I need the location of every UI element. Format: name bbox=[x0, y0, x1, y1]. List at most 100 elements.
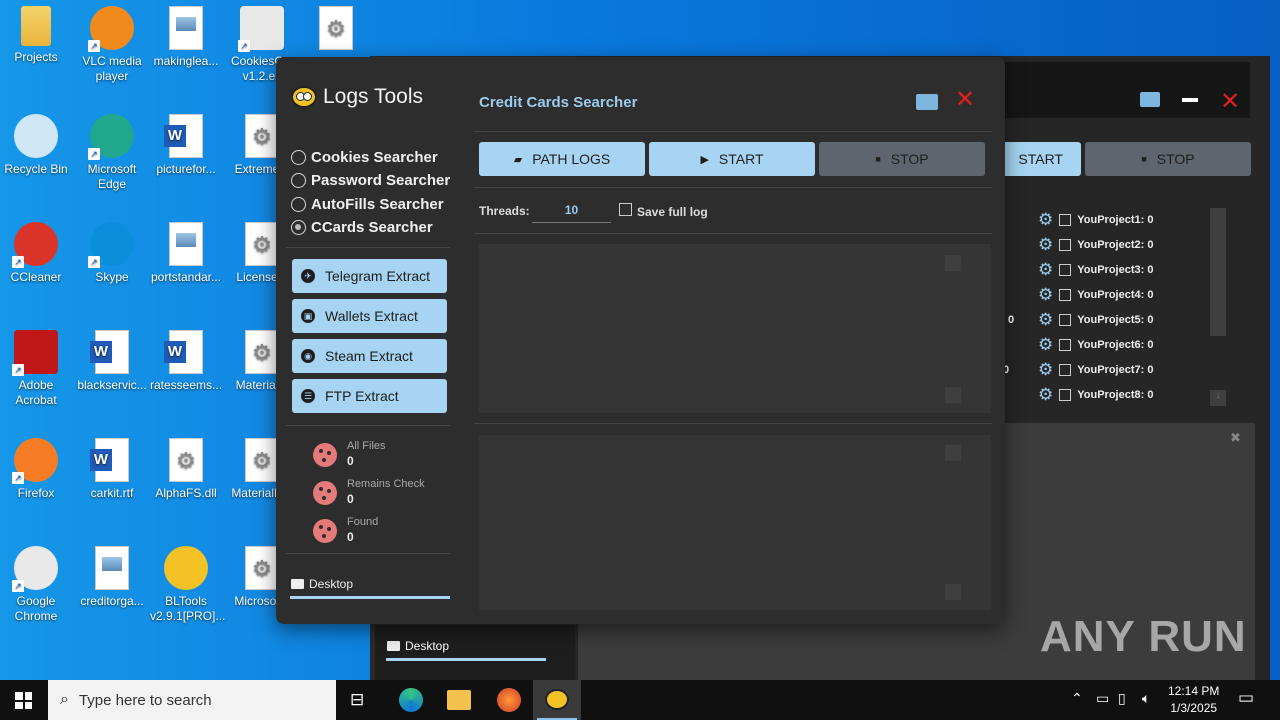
threads-input[interactable]: 10 bbox=[532, 198, 611, 223]
close-icon[interactable]: ✕ bbox=[955, 88, 975, 112]
project-item[interactable]: ⚙ YouProject4: 0 bbox=[1038, 286, 1153, 303]
desktop-icon[interactable]: creditorga... bbox=[76, 546, 148, 609]
project-checkbox[interactable] bbox=[1059, 263, 1072, 276]
desktop-icon[interactable]: Google Chrome bbox=[0, 546, 72, 624]
file-explorer-icon[interactable] bbox=[447, 690, 471, 710]
background-minimize-icon[interactable] bbox=[1182, 98, 1198, 102]
gear-icon[interactable]: ⚙ bbox=[1038, 286, 1053, 303]
scroll-up-icon[interactable] bbox=[945, 445, 961, 461]
project-item[interactable]: ⚙ YouProject1: 0 bbox=[1038, 211, 1153, 228]
desktop-icon[interactable]: BLTools v2.9.1[PRO]... bbox=[150, 546, 225, 624]
scroll-down-icon[interactable]: ↓ bbox=[1210, 390, 1226, 406]
cookie-icon bbox=[313, 519, 337, 543]
gear-icon[interactable]: ⚙ bbox=[1038, 261, 1053, 278]
task-view-icon[interactable]: ⊟ bbox=[350, 688, 374, 712]
project-item[interactable]: ⚙ YouProject3: 0 bbox=[1038, 261, 1153, 278]
network-icon[interactable]: ▭ bbox=[1096, 690, 1109, 707]
project-checkbox[interactable] bbox=[1059, 313, 1072, 326]
extract-button[interactable]: ☰ FTP Extract bbox=[292, 379, 447, 413]
desktop-icon[interactable]: ⚙ AlphaFS.dll bbox=[150, 438, 222, 501]
extract-button[interactable]: ▣ Wallets Extract bbox=[292, 299, 447, 333]
radio-button[interactable] bbox=[291, 219, 306, 235]
chevron-up-icon[interactable]: ⌃ bbox=[1071, 690, 1083, 707]
background-close-icon[interactable]: ✕ bbox=[1220, 87, 1240, 116]
sidebar-divider bbox=[286, 425, 450, 426]
taskbar-search-box[interactable]: ⌕ Type here to search bbox=[48, 680, 336, 720]
save-full-log-checkbox[interactable] bbox=[619, 203, 632, 216]
desktop-icon[interactable]: Microsoft Edge bbox=[76, 114, 148, 192]
volume-icon[interactable]: 🔈︎ bbox=[1142, 690, 1150, 707]
scroll-down-icon[interactable] bbox=[945, 387, 961, 403]
background-stop-button[interactable]: ■ STOP bbox=[1085, 142, 1251, 176]
gear-icon[interactable]: ⚙ bbox=[1038, 311, 1053, 328]
battery-icon[interactable]: ▯ bbox=[1118, 690, 1126, 707]
start-button[interactable]: ▶ START bbox=[649, 142, 815, 176]
desktop-icon[interactable]: VLC media player bbox=[76, 6, 148, 84]
results-textbox[interactable] bbox=[479, 244, 991, 413]
notifications-icon[interactable]: ▭ bbox=[1238, 688, 1254, 708]
desktop-icon[interactable]: CCleaner bbox=[0, 222, 72, 285]
log-textbox[interactable] bbox=[479, 435, 991, 610]
project-item[interactable]: ⚙ YouProject7: 0 bbox=[1038, 361, 1153, 378]
scroll-up-icon[interactable] bbox=[945, 255, 961, 271]
edge-icon bbox=[88, 114, 134, 160]
start-label: START bbox=[718, 151, 764, 167]
desktop-icon[interactable]: Skype bbox=[76, 222, 148, 285]
radio-button[interactable] bbox=[291, 173, 306, 189]
project-checkbox[interactable] bbox=[1059, 213, 1072, 226]
windows-start-icon[interactable] bbox=[15, 692, 32, 709]
desktop-icon[interactable]: ⚙ bbox=[300, 6, 372, 54]
project-checkbox[interactable] bbox=[1059, 338, 1072, 351]
project-checkbox[interactable] bbox=[1059, 388, 1072, 401]
desktop-icon[interactable]: Recycle Bin bbox=[0, 114, 72, 177]
sidebar-divider bbox=[286, 247, 450, 248]
radio-button[interactable] bbox=[291, 196, 306, 212]
scroll-down-icon[interactable] bbox=[945, 584, 961, 600]
gear-icon[interactable]: ⚙ bbox=[1038, 236, 1053, 253]
desktop-icon-label: Google Chrome bbox=[14, 594, 58, 623]
path-logs-button[interactable]: ▰ PATH LOGS bbox=[479, 142, 645, 176]
desktop-icon[interactable]: Wcarkit.rtf bbox=[76, 438, 148, 501]
project-item[interactable]: ⚙ YouProject5: 0 bbox=[1038, 311, 1153, 328]
open-folder-icon[interactable] bbox=[916, 94, 938, 110]
desktop-icon[interactable]: portstandar... bbox=[150, 222, 222, 285]
background-start-button[interactable]: START bbox=[1000, 142, 1081, 176]
project-checkbox[interactable] bbox=[1059, 363, 1072, 376]
extract-button[interactable]: ◉ Steam Extract bbox=[292, 339, 447, 373]
desktop-icon[interactable]: Wpicturefor... bbox=[150, 114, 222, 177]
firefox-taskbar-icon[interactable] bbox=[497, 688, 521, 712]
extract-button[interactable]: ✈ Telegram Extract bbox=[292, 259, 447, 293]
image-file-icon bbox=[169, 222, 203, 266]
results-divider bbox=[474, 423, 992, 424]
background-folder-icon[interactable] bbox=[1140, 92, 1160, 107]
desktop-icon[interactable]: Projects bbox=[0, 6, 72, 65]
folder-path[interactable]: Desktop bbox=[291, 577, 353, 591]
desktop-icon[interactable]: makinglea... bbox=[150, 6, 222, 69]
gear-icon[interactable]: ⚙ bbox=[1038, 361, 1053, 378]
mode-option[interactable]: Cookies Searcher bbox=[291, 149, 438, 166]
mode-option[interactable]: CCards Searcher bbox=[291, 219, 433, 236]
project-item[interactable]: ⚙ YouProject6: 0 bbox=[1038, 336, 1153, 353]
gear-icon[interactable]: ⚙ bbox=[1038, 211, 1053, 228]
panel-title: Credit Cards Searcher bbox=[479, 94, 638, 111]
desktop-icon[interactable]: Adobe Acrobat bbox=[0, 330, 72, 408]
skype-icon bbox=[88, 222, 134, 268]
gear-icon[interactable]: ⚙ bbox=[1038, 386, 1053, 403]
taskbar-clock[interactable]: 12:14 PM 1/3/2025 bbox=[1168, 683, 1219, 717]
gear-icon[interactable]: ⚙ bbox=[1038, 336, 1053, 353]
desktop-icon[interactable]: Wratesseems... bbox=[150, 330, 222, 393]
bltools-taskbar-button[interactable] bbox=[533, 680, 581, 720]
project-checkbox[interactable] bbox=[1059, 288, 1072, 301]
stop-button[interactable]: ■ STOP bbox=[819, 142, 985, 176]
mode-option[interactable]: Password Searcher bbox=[291, 172, 450, 189]
close-icon[interactable]: ✖ bbox=[1230, 430, 1241, 446]
desktop-icon[interactable]: Firefox bbox=[0, 438, 72, 501]
project-item[interactable]: ⚙ YouProject8: 0 bbox=[1038, 386, 1153, 403]
desktop-icon[interactable]: Wblackservic... bbox=[76, 330, 148, 393]
background-scrollbar[interactable] bbox=[1210, 208, 1226, 336]
project-checkbox[interactable] bbox=[1059, 238, 1072, 251]
project-item[interactable]: ⚙ YouProject2: 0 bbox=[1038, 236, 1153, 253]
radio-button[interactable] bbox=[291, 150, 306, 165]
edge-taskbar-icon[interactable] bbox=[399, 688, 423, 712]
mode-option[interactable]: AutoFills Searcher bbox=[291, 196, 444, 213]
